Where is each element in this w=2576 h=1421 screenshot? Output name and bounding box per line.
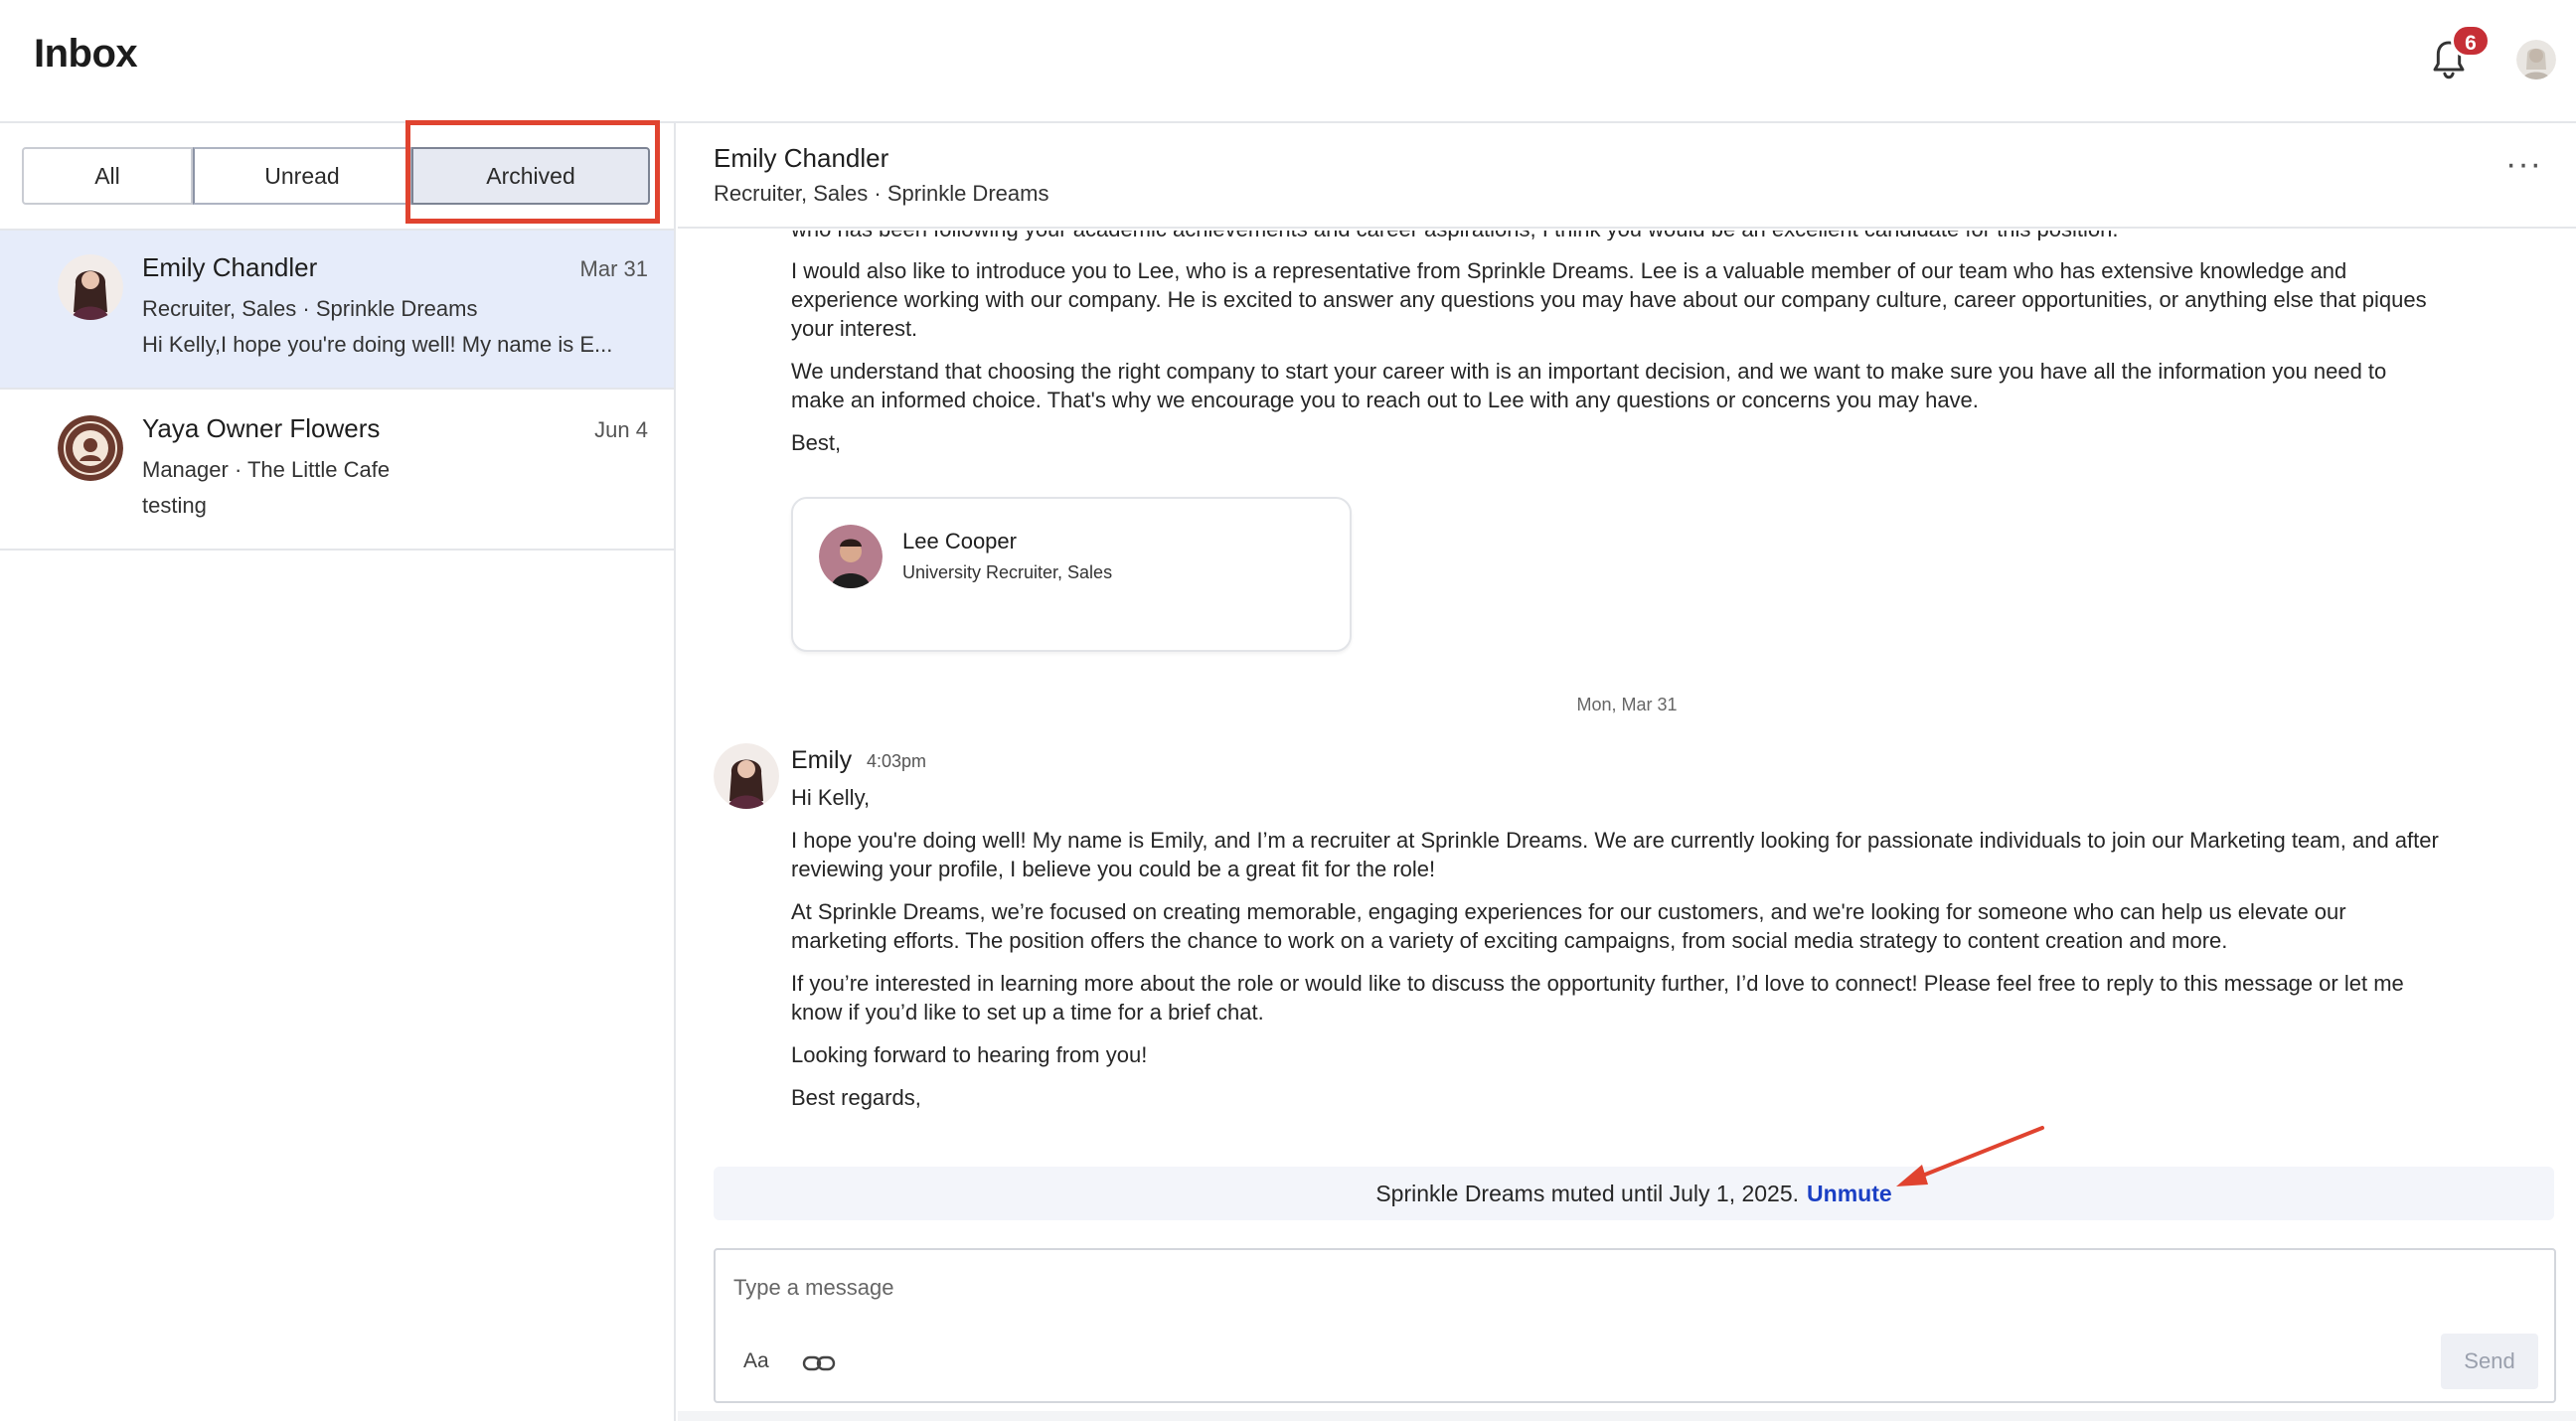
message-paragraph: Hi Kelly,: [791, 785, 871, 810]
contact-card[interactable]: Lee Cooper University Recruiter, Sales: [791, 497, 1352, 652]
top-bar: Inbox 6: [0, 0, 2576, 123]
conversation-panel: All Unread Archived Emily Chandler Mar 3…: [0, 123, 676, 1421]
conversation-preview: testing: [142, 493, 207, 518]
mute-notice: Sprinkle Dreams muted until July 1, 2025…: [714, 1167, 2554, 1220]
conversation-item[interactable]: Yaya Owner Flowers Jun 4 Manager · The L…: [0, 392, 674, 551]
message-paragraph: We understand that choosing the right co…: [791, 359, 2387, 412]
conversation-date: Mar 31: [579, 256, 648, 281]
contact-card-name: Lee Cooper: [902, 529, 1017, 553]
conversation-date: Jun 4: [594, 417, 648, 442]
sender-avatar: [714, 743, 779, 809]
tab-all[interactable]: All: [22, 147, 193, 205]
message-paragraph: Best regards,: [791, 1085, 921, 1110]
message-paragraph: Looking forward to hearing from you!: [791, 1042, 1148, 1067]
notification-badge: 6: [2451, 24, 2491, 58]
link-icon[interactable]: [801, 1349, 837, 1377]
message-paragraph: I hope you're doing well! My name is Emi…: [791, 828, 2439, 881]
message-paragraph: who has been following your academic ach…: [791, 231, 2441, 240]
conversation-item[interactable]: Emily Chandler Mar 31 Recruiter, Sales ·…: [0, 231, 674, 390]
message-input[interactable]: [733, 1268, 2324, 1308]
message-composer: Aa Send: [714, 1248, 2556, 1403]
tab-archived[interactable]: Archived: [411, 147, 650, 205]
company-logo: [58, 415, 123, 481]
filter-tabs: All Unread Archived: [22, 147, 650, 205]
thread-contact-name: Emily Chandler: [714, 143, 889, 173]
conversation-name: Yaya Owner Flowers: [142, 413, 381, 443]
contact-avatar: [819, 525, 883, 588]
conversation-preview: Hi Kelly,I hope you're doing well! My na…: [142, 332, 613, 357]
conversation-subtitle: Manager · The Little Cafe: [142, 457, 391, 482]
conversation-name: Emily Chandler: [142, 252, 318, 282]
unmute-link[interactable]: Unmute: [1807, 1181, 1892, 1206]
message-paragraph: Best,: [791, 430, 842, 455]
thread-header: Emily Chandler Recruiter, Sales · Sprink…: [678, 123, 2576, 229]
tab-unread[interactable]: Unread: [193, 147, 411, 205]
bottom-strip: [678, 1411, 2576, 1421]
format-text-button[interactable]: Aa: [743, 1349, 769, 1373]
contact-avatar: [58, 254, 123, 320]
send-button[interactable]: Send: [2441, 1334, 2538, 1389]
mute-text: Sprinkle Dreams muted until July 1, 2025…: [1375, 1181, 1800, 1206]
page-title: Inbox: [34, 32, 138, 76]
message-time: 4:03pm: [867, 751, 927, 771]
user-avatar[interactable]: [2516, 40, 2556, 79]
message-paragraph: If you’re interested in learning more ab…: [791, 971, 2404, 1025]
more-options-icon[interactable]: ···: [2505, 145, 2542, 184]
message-thread: who has been following your academic ach…: [678, 231, 2576, 1165]
thread-contact-subtitle: Recruiter, Sales · Sprinkle Dreams: [714, 181, 1049, 206]
conversation-subtitle: Recruiter, Sales · Sprinkle Dreams: [142, 296, 478, 321]
message-paragraph: I would also like to introduce you to Le…: [791, 258, 2427, 341]
contact-card-role: University Recruiter, Sales: [902, 562, 1113, 582]
day-separator: Mon, Mar 31: [1576, 695, 1678, 714]
message-paragraph: At Sprinkle Dreams, we’re focused on cre…: [791, 899, 2346, 953]
message-sender: Emily: [791, 746, 853, 774]
